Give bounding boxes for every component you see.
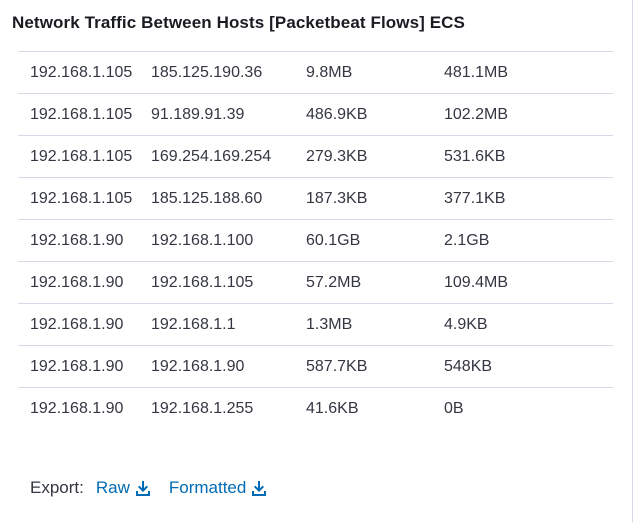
table-row: 192.168.1.90 192.168.1.255 41.6KB 0B (18, 387, 613, 429)
table-row: 192.168.1.90 192.168.1.90 587.7KB 548KB (18, 345, 613, 387)
table-cell: 192.168.1.90 (30, 231, 124, 249)
export-bar: Export: Raw Formatted (30, 478, 285, 498)
table-cell: 57.2MB (306, 273, 362, 291)
table-cell: 192.168.1.90 (30, 399, 124, 417)
export-label: Export: (30, 478, 84, 497)
table-cell: 587.7KB (306, 357, 368, 375)
download-icon (252, 481, 267, 496)
table-cell: 169.254.169.254 (151, 147, 272, 165)
table-cell: 192.168.1.255 (151, 399, 254, 417)
export-formatted-link[interactable]: Formatted (169, 478, 267, 498)
table-cell: 192.168.1.105 (151, 273, 254, 291)
table-cell: 41.6KB (306, 399, 359, 417)
table-row: 192.168.1.105 91.189.91.39 486.9KB 102.2MB (18, 93, 613, 135)
table-cell: 0B (444, 399, 464, 417)
data-table: 192.168.1.105 185.125.190.36 9.8MB 481.1MB 1… (18, 51, 613, 429)
table-row: 192.168.1.90 192.168.1.1 1.3MB 4.9KB (18, 303, 613, 345)
table-row: 192.168.1.105 169.254.169.254 279.3KB 531.6… (18, 135, 613, 177)
table-cell: 187.3KB (306, 189, 368, 207)
table-row: 192.168.1.90 192.168.1.100 60.1GB 2.1GB (18, 219, 613, 261)
visualization-panel: Network Traffic Between Hosts [Packetbea… (0, 0, 633, 522)
table-cell: 192.168.1.105 (30, 147, 133, 165)
table-cell: 481.1MB (444, 63, 509, 81)
table-cell: 377.1KB (444, 189, 506, 207)
table-cell: 102.2MB (444, 105, 509, 123)
table-cell: 192.168.1.90 (30, 315, 124, 333)
table-cell: 192.168.1.105 (30, 189, 133, 207)
table-row: 192.168.1.90 192.168.1.105 57.2MB 109.4MB (18, 261, 613, 303)
download-icon (135, 481, 150, 496)
table-cell: 109.4MB (444, 273, 509, 291)
table-cell: 4.9KB (444, 315, 488, 333)
table-cell: 531.6KB (444, 147, 506, 165)
table-cell: 91.189.91.39 (151, 105, 245, 123)
table-cell: 279.3KB (306, 147, 368, 165)
table-cell: 185.125.188.60 (151, 189, 263, 207)
table-cell: 185.125.190.36 (151, 63, 263, 81)
export-raw-link[interactable]: Raw (96, 478, 151, 498)
table-cell: 192.168.1.90 (30, 273, 124, 291)
table-cell: 9.8MB (306, 63, 353, 81)
table-cell: 192.168.1.90 (151, 357, 245, 375)
table-cell: 486.9KB (306, 105, 368, 123)
export-formatted-label: Formatted (168, 478, 247, 497)
table-cell: 192.168.1.1 (151, 315, 236, 333)
table-cell: 1.3MB (306, 315, 353, 333)
table-cell: 548KB (444, 357, 493, 375)
table-cell: 192.168.1.100 (151, 231, 254, 249)
table-cell: 60.1GB (306, 231, 361, 249)
table-cell: 192.168.1.105 (30, 105, 133, 123)
table-row: 192.168.1.105 185.125.190.36 9.8MB 481.1MB (18, 51, 613, 93)
table-cell: 192.168.1.105 (30, 63, 133, 81)
panel-title: Network Traffic Between Hosts [Packetbea… (12, 13, 465, 32)
export-raw-label: Raw (95, 478, 130, 497)
table-cell: 192.168.1.90 (30, 357, 124, 375)
table-cell: 2.1GB (444, 231, 490, 249)
table-row: 192.168.1.105 185.125.188.60 187.3KB 377.1K… (18, 177, 613, 219)
